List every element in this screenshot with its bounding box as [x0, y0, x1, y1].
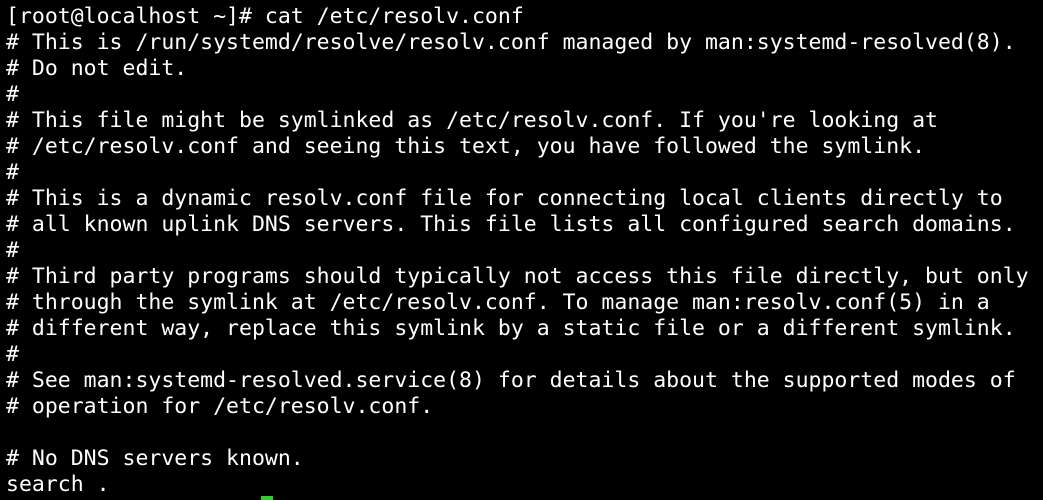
terminal-window[interactable]: [root@localhost ~]# cat /etc/resolv.conf… — [6, 4, 1043, 500]
terminal-output-line: # /etc/resolv.conf and seeing this text,… — [6, 134, 926, 159]
terminal-output-line: # This is /run/systemd/resolve/resolv.co… — [6, 30, 1016, 55]
terminal-command-line: [root@localhost ~]# cat /etc/resolv.conf — [6, 4, 524, 29]
terminal-output-line: # operation for /etc/resolv.conf. — [6, 394, 434, 419]
terminal-output-line: # No DNS servers known. — [6, 446, 304, 471]
terminal-output-line: search . — [6, 472, 110, 497]
terminal-output-line: # all known uplink DNS servers. This fil… — [6, 212, 1016, 237]
terminal-output-line: # through the symlink at /etc/resolv.con… — [6, 290, 990, 315]
terminal-output-line: # — [6, 82, 19, 107]
terminal-output-line: # See man:systemd-resolved.service(8) fo… — [6, 368, 1016, 393]
terminal-output-line: # This file might be symlinked as /etc/r… — [6, 108, 938, 133]
terminal-output-line: # This is a dynamic resolv.conf file for… — [6, 186, 1003, 211]
terminal-output-line: # — [6, 160, 19, 185]
terminal-output-line: # — [6, 342, 19, 367]
terminal-cursor — [261, 496, 273, 500]
terminal-output-line: # different way, replace this symlink by… — [6, 316, 1016, 341]
terminal-output-line: # — [6, 238, 19, 263]
terminal-output-line: # Do not edit. — [6, 56, 188, 81]
terminal-output-line: # Third party programs should typically … — [6, 264, 1029, 289]
